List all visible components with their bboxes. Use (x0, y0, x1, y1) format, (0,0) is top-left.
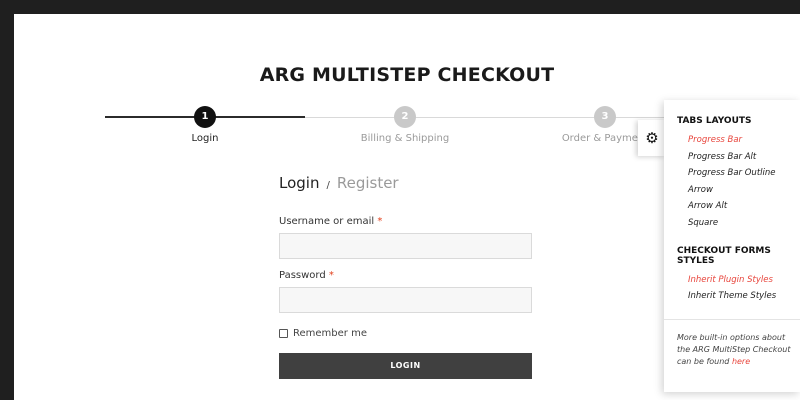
password-label-text: Password (279, 270, 326, 281)
layout-option-arrow-alt[interactable]: Arrow Alt (688, 198, 800, 215)
remember-checkbox[interactable] (279, 329, 288, 338)
password-input[interactable] (279, 287, 532, 313)
layout-option-progress-bar-alt[interactable]: Progress Bar Alt (688, 149, 800, 166)
tab-register[interactable]: Register (337, 174, 399, 192)
settings-panel: TABS LAYOUTS Progress Bar Progress Bar A… (664, 100, 800, 392)
password-label: Password * (279, 270, 334, 281)
step-label: Login (191, 133, 219, 144)
username-label: Username or email * (279, 216, 382, 227)
tab-login[interactable]: Login (279, 174, 319, 192)
layout-option-progress-bar-outline[interactable]: Progress Bar Outline (688, 165, 800, 182)
step-label: Billing & Shipping (360, 133, 450, 144)
style-option-theme[interactable]: Inherit Theme Styles (688, 288, 800, 305)
layout-option-square[interactable]: Square (688, 215, 800, 232)
required-mark: * (377, 216, 383, 227)
step-number: 2 (394, 106, 416, 128)
panel-note-link[interactable]: here (732, 357, 750, 366)
panel-note: More built-in options about the ARG Mult… (677, 320, 795, 368)
tabs-layouts-heading: TABS LAYOUTS (677, 116, 752, 126)
remember-me[interactable]: Remember me (279, 328, 367, 339)
gear-icon: ⚙ (645, 129, 659, 147)
step-number: 3 (594, 106, 616, 128)
username-label-text: Username or email (279, 216, 375, 227)
style-option-plugin[interactable]: Inherit Plugin Styles (688, 272, 800, 289)
settings-toggle-button[interactable]: ⚙ (638, 120, 666, 156)
step-number: 1 (194, 106, 216, 128)
layout-option-arrow[interactable]: Arrow (688, 182, 800, 199)
page-title: ARG MULTISTEP CHECKOUT (259, 64, 555, 86)
forms-styles-heading: CHECKOUT FORMS STYLES (677, 245, 771, 266)
tab-separator: / (326, 180, 330, 191)
form-tabs: Login / Register (279, 174, 399, 192)
username-input[interactable] (279, 233, 532, 259)
step-billing-shipping[interactable]: 2 Billing & Shipping (335, 106, 475, 144)
layout-option-progress-bar[interactable]: Progress Bar (688, 132, 800, 149)
remember-label: Remember me (293, 328, 367, 339)
step-login[interactable]: 1 Login (135, 106, 275, 144)
required-mark: * (328, 270, 334, 281)
login-button[interactable]: LOGIN (279, 353, 532, 379)
